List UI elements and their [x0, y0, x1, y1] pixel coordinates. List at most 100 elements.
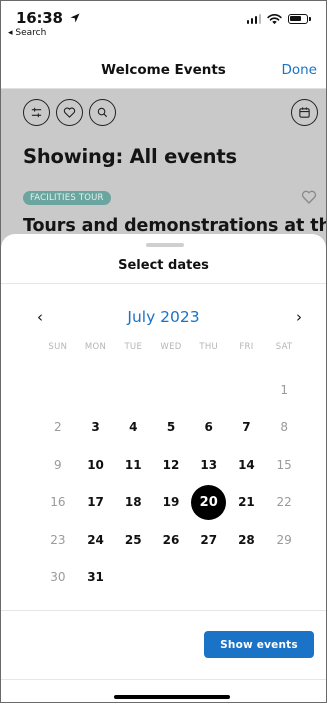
sheet-title: Select dates — [118, 258, 209, 273]
day-number: 11 — [124, 457, 142, 472]
day-number: 30 — [50, 570, 66, 585]
day-number: 2 — [54, 420, 62, 435]
calendar-day[interactable]: 31 — [77, 559, 115, 597]
filter-button[interactable] — [23, 99, 50, 126]
calendar-day[interactable]: 8 — [265, 409, 303, 447]
day-number: 26 — [162, 532, 180, 547]
weekday-label: SAT — [275, 342, 293, 352]
calendar-day[interactable]: 22 — [265, 484, 303, 522]
favorites-button[interactable] — [56, 99, 83, 126]
calendar-day[interactable]: 15 — [265, 446, 303, 484]
calendar-day[interactable]: 5 — [152, 409, 190, 447]
weekday-label: TUE — [124, 342, 143, 352]
calendar-icon — [299, 107, 310, 118]
calendar-day[interactable]: 1 — [265, 371, 303, 409]
day-number: 25 — [124, 532, 142, 547]
calendar-grid: 1 2 3 4 5 6 7 8 9 10 11 12 13 14 15 16 17 18 19 20 21 22 23 24 2… — [39, 371, 303, 596]
date-picker-sheet: Select dates ‹ July 2023 › SUN MON TUE WED T… — [1, 234, 326, 702]
calendar-day[interactable]: 7 — [228, 409, 266, 447]
calendar-day[interactable]: 19 — [152, 484, 190, 522]
day-number: 20 — [191, 484, 227, 520]
calendar-day[interactable]: 29 — [265, 521, 303, 559]
weekday-label: WED — [160, 342, 182, 352]
battery-icon — [288, 14, 311, 24]
nav-bar: Welcome Events Done — [1, 49, 326, 89]
calendar-day[interactable]: 17 — [77, 484, 115, 522]
day-number: 17 — [87, 495, 104, 510]
sheet-bottom-divider — [1, 679, 326, 680]
calendar-day[interactable]: 10 — [77, 446, 115, 484]
sheet-grabber[interactable] — [146, 243, 184, 247]
weekday-label: MON — [84, 342, 107, 352]
day-number: 21 — [238, 495, 255, 510]
calendar-day[interactable]: 30 — [39, 559, 77, 597]
calendar-day[interactable]: 26 — [152, 521, 190, 559]
calendar-day[interactable]: 9 — [39, 446, 77, 484]
day-number: 1 — [280, 382, 288, 397]
day-number: 7 — [242, 420, 251, 435]
day-number: 31 — [87, 570, 104, 585]
day-number: 15 — [276, 457, 292, 472]
calendar-day[interactable]: 14 — [228, 446, 266, 484]
search-button[interactable] — [89, 99, 116, 126]
time-text: 16:38 — [16, 9, 63, 27]
calendar-day-selected[interactable]: 20 — [190, 484, 228, 522]
day-number: 13 — [200, 457, 218, 472]
day-number: 19 — [162, 495, 180, 510]
location-arrow-icon — [70, 13, 80, 23]
phone-screen: 16:38 ◂ Search Welcome Events Done Showi… — [0, 0, 327, 703]
day-number: 3 — [91, 420, 100, 435]
calendar-day[interactable]: 3 — [77, 409, 115, 447]
day-number: 29 — [276, 532, 292, 547]
calendar-day[interactable]: 27 — [190, 521, 228, 559]
sheet-header-divider — [1, 283, 326, 284]
back-to-search[interactable]: ◂ Search — [8, 28, 46, 38]
calendar-day[interactable]: 21 — [228, 484, 266, 522]
calendar-day[interactable]: 16 — [39, 484, 77, 522]
day-number: 14 — [238, 457, 255, 472]
weekday-label: FRI — [239, 342, 254, 352]
day-number: 27 — [200, 532, 218, 547]
cellular-signal-icon — [246, 14, 261, 24]
month-label: July 2023 — [127, 308, 200, 326]
empty-day-cell — [39, 371, 77, 409]
nav-title: Welcome Events — [101, 62, 226, 78]
empty-day-cell — [228, 371, 266, 409]
done-button[interactable]: Done — [281, 62, 317, 78]
calendar-day[interactable]: 11 — [114, 446, 152, 484]
weekday-header: SUN MON TUE WED THU FRI SAT — [39, 342, 303, 352]
show-events-button[interactable]: Show events — [204, 631, 314, 658]
event-title[interactable]: Tours and demonstrations at the — [23, 216, 326, 236]
day-number: 16 — [50, 495, 66, 510]
day-number: 18 — [124, 495, 142, 510]
day-number: 28 — [238, 532, 255, 547]
calendar-day[interactable]: 18 — [114, 484, 152, 522]
favorite-heart-icon[interactable] — [301, 189, 317, 205]
heart-icon — [63, 107, 76, 118]
next-month-button[interactable]: › — [296, 308, 302, 326]
showing-filter-title: Showing: All events — [23, 145, 237, 168]
day-number: 24 — [87, 532, 104, 547]
day-number: 8 — [280, 420, 288, 435]
empty-day-cell — [152, 371, 190, 409]
calendar-day[interactable]: 6 — [190, 409, 228, 447]
empty-day-cell — [190, 371, 228, 409]
empty-day-cell — [114, 371, 152, 409]
calendar-day[interactable]: 2 — [39, 409, 77, 447]
calendar-day[interactable]: 24 — [77, 521, 115, 559]
status-icons — [246, 13, 311, 25]
calendar-day[interactable]: 23 — [39, 521, 77, 559]
day-number: 10 — [87, 457, 104, 472]
day-number: 6 — [204, 420, 213, 435]
filter-sliders-icon — [31, 107, 42, 118]
calendar-day[interactable]: 25 — [114, 521, 152, 559]
status-time: 16:38 — [16, 9, 80, 27]
calendar-button[interactable] — [291, 99, 318, 126]
calendar-day[interactable]: 28 — [228, 521, 266, 559]
calendar-day[interactable]: 4 — [114, 409, 152, 447]
calendar-day[interactable]: 13 — [190, 446, 228, 484]
calendar-day[interactable]: 12 — [152, 446, 190, 484]
category-badge: FACILITIES TOUR — [23, 191, 111, 205]
home-indicator[interactable] — [114, 695, 230, 699]
day-number: 5 — [166, 420, 176, 435]
